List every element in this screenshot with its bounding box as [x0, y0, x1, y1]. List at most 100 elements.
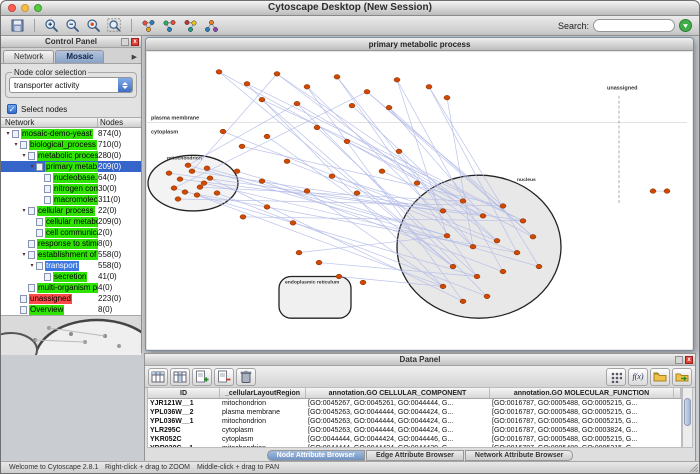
network-svg: plasma membranecytoplasmunassignedmitoch… [147, 52, 692, 349]
tree-item[interactable]: ▾transport558(0) [1, 260, 141, 271]
dropdown-arrows-icon [118, 78, 132, 92]
page-plus-icon [195, 370, 209, 383]
delete-attribute-button[interactable] [214, 368, 234, 386]
column-header-filler [674, 388, 681, 398]
resize-grip[interactable] [688, 462, 698, 472]
tree-item[interactable]: response to stimulus8(0) [1, 238, 141, 249]
select-attributes-button[interactable] [148, 368, 168, 386]
tab-edge-attribute-browser[interactable]: Edge Attribute Browser [366, 450, 464, 461]
close-panel-button[interactable]: x [131, 38, 139, 46]
tab-network[interactable]: Network [3, 50, 54, 63]
tree-item[interactable]: ▾cellular process22(0) [1, 205, 141, 216]
network-node [259, 179, 265, 184]
tab-overflow-arrow-icon[interactable]: ▶ [132, 53, 139, 63]
tree-item[interactable]: macromolecule...311(0) [1, 194, 141, 205]
node-color-dropdown[interactable]: transporter activity [9, 77, 133, 93]
region-label-unassigned: unassigned [607, 86, 637, 92]
tree-expander-icon[interactable]: ▾ [20, 152, 28, 159]
tree-item[interactable]: ▾mosaic-demo-yeast874(0) [1, 128, 141, 139]
tree-item[interactable]: cell communica...2(0) [1, 227, 141, 238]
unselect-attributes-button[interactable] [170, 368, 190, 386]
scrollbar-thumb[interactable] [684, 398, 691, 426]
tree-item-label: response to stimulus [37, 239, 98, 249]
open-attribute-file-button[interactable] [650, 368, 670, 386]
tree-item[interactable]: cellular metabo...209(0) [1, 216, 141, 227]
tree-item[interactable]: nucleobase...64(0) [1, 172, 141, 183]
compartment-label: endoplasmic reticulum [285, 279, 340, 285]
function-builder-button[interactable]: f(x) [628, 368, 648, 386]
attribute-table[interactable]: ID_cellularLayoutRegionannotation.GO CEL… [147, 387, 682, 448]
tab-mosaic[interactable]: Mosaic [55, 50, 104, 63]
tree-expander-icon[interactable]: ▾ [4, 130, 12, 137]
select-nodes-checkbox[interactable]: ✓ [7, 104, 17, 114]
close-window-button[interactable] [8, 4, 16, 12]
zoom-fit-button[interactable] [105, 17, 124, 34]
table-row[interactable]: YPL036W__2plasma membrane[GO:0045263, GO… [148, 408, 681, 417]
table-cell: [GO:0045267, GO:0045261, GO:0044444, G..… [306, 399, 490, 408]
tree-item-label: nucleobase... [53, 173, 98, 183]
tree-expander-icon[interactable]: ▾ [28, 262, 36, 269]
float-panel-button[interactable] [675, 356, 683, 364]
tree-item[interactable]: ▾primary metab...209(0) [1, 161, 141, 172]
column-header[interactable]: annotation.GO CELLULAR_COMPONENT [306, 388, 490, 398]
close-panel-button[interactable]: x [685, 356, 693, 364]
network-tool-button-3[interactable] [181, 17, 200, 34]
table-row[interactable]: YKR052Ccytoplasm[GO:0044444, GO:0044424,… [148, 435, 681, 444]
save-session-button[interactable] [8, 17, 27, 34]
toolbar-separator [34, 19, 35, 32]
tree-expander-icon[interactable]: ▾ [28, 163, 36, 170]
column-header[interactable]: annotation.GO MOLECULAR_FUNCTION [490, 388, 674, 398]
tree-item-count: 558(0) [98, 261, 121, 270]
clear-attributes-button[interactable] [236, 368, 256, 386]
tree-item[interactable]: multi-organism pro...4(0) [1, 282, 141, 293]
tree-item-count: 710(0) [98, 140, 121, 149]
minimize-window-button[interactable] [21, 4, 29, 12]
column-header[interactable]: ID [148, 388, 220, 398]
table-row[interactable]: YPL036W__1mitochondrion[GO:0045263, GO:0… [148, 417, 681, 426]
tree-item-label: biological_process [29, 140, 97, 150]
tree-item-left: secretion [1, 271, 98, 282]
network-doc-icon [20, 295, 27, 303]
zoom-window-button[interactable] [34, 4, 42, 12]
tree-item[interactable]: nitrogen compo...30(0) [1, 183, 141, 194]
tree-expander-icon[interactable]: ▾ [20, 251, 28, 258]
tree-expander-icon[interactable]: ▾ [20, 207, 28, 214]
import-attributes-button[interactable] [672, 368, 692, 386]
network-node [264, 134, 270, 139]
table-row[interactable]: YJR121W__1mitochondrion[GO:0045267, GO:0… [148, 399, 681, 408]
network-node [182, 190, 188, 195]
tree-expander-icon[interactable]: ▾ [12, 141, 20, 148]
tree-item[interactable]: ▾ biological_process710(0) [1, 139, 141, 150]
table-row[interactable]: YLR295Ccytoplasm[GO:0045263, GO:0044444,… [148, 426, 681, 435]
search-input[interactable] [593, 19, 675, 32]
tree-item[interactable]: Overview8(0) [1, 304, 141, 315]
table-scrollbar[interactable] [682, 387, 693, 448]
network-edge [174, 92, 367, 188]
network-tool-button-4[interactable] [202, 17, 221, 34]
network-canvas[interactable]: plasma membranecytoplasmunassignedmitoch… [147, 52, 692, 349]
zoom-out-button[interactable] [63, 17, 82, 34]
attribute-matrix-button[interactable] [606, 368, 626, 386]
zoom-in-button[interactable] [42, 17, 61, 34]
table-row[interactable]: YDR039C__1mitochondrion[GO:0044444, GO:0… [148, 444, 681, 448]
table-cell: [GO:0016787, GO:0005488, GO:0005215, G..… [490, 408, 674, 417]
tree-item[interactable]: ▾establishment of lo...558(0) [1, 249, 141, 260]
control-panel-tabs: Network Mosaic ▶ [1, 48, 141, 64]
search-options-button[interactable] [679, 19, 692, 32]
network-node [664, 189, 670, 194]
network-node [460, 299, 466, 304]
network-tool-button-1[interactable] [139, 17, 158, 34]
tab-node-attribute-browser[interactable]: Node Attribute Browser [267, 450, 365, 461]
zoom-selected-button[interactable] [84, 17, 103, 34]
float-panel-button[interactable] [121, 38, 129, 46]
network-graph-icon [141, 19, 156, 33]
tree-item[interactable]: ▾metabolic process280(0) [1, 150, 141, 161]
network-tool-button-2[interactable] [160, 17, 179, 34]
column-header[interactable]: _cellularLayoutRegion [220, 388, 306, 398]
network-overview-thumbnail[interactable] [1, 315, 141, 355]
tab-network-attribute-browser[interactable]: Network Attribute Browser [465, 450, 573, 461]
new-attribute-button[interactable] [192, 368, 212, 386]
attribute-table-body: YJR121W__1mitochondrion[GO:0045267, GO:0… [148, 399, 681, 448]
tree-item[interactable]: secretion41(0) [1, 271, 141, 282]
tree-item[interactable]: unassigned223(0) [1, 293, 141, 304]
